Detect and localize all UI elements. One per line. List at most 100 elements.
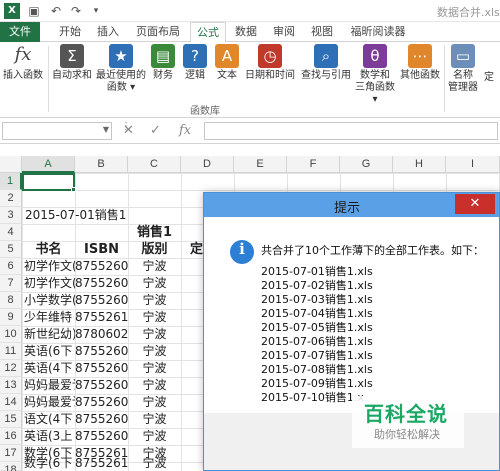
math-trig-button[interactable]: θ 数学和 三角函数 ▾ [352, 44, 398, 106]
cell-b18[interactable]: 875526199 [75, 456, 128, 471]
row-header[interactable]: 12 [0, 360, 22, 377]
cell-a5[interactable]: 书名 [22, 241, 75, 258]
name-box[interactable]: ▼ [2, 122, 112, 140]
cell-b8[interactable]: 875526093 [75, 292, 128, 309]
cell-a14[interactable]: 妈妈最爱讠 [24, 394, 75, 411]
cell-d5[interactable]: 定 [190, 241, 204, 258]
formula-input[interactable] [204, 122, 498, 140]
tab-review[interactable]: 审阅 [266, 22, 302, 42]
cell-a15[interactable]: 语文(4下 [24, 411, 75, 428]
cell-b11[interactable]: 875526054 [75, 343, 128, 360]
redo-icon[interactable]: ↷ [68, 3, 84, 19]
row-header[interactable]: 17 [0, 445, 22, 462]
cell-a6[interactable]: 初学作文( [24, 258, 75, 275]
cell-c11[interactable]: 宁波 [128, 343, 181, 360]
column-header-e[interactable]: E [234, 156, 287, 173]
row-header[interactable]: 11 [0, 343, 22, 360]
save-icon[interactable]: ▣ [26, 3, 42, 19]
more-functions-button[interactable]: ⋯ 其他函数 [398, 44, 442, 82]
row-header[interactable]: 10 [0, 326, 22, 343]
cell-c14[interactable]: 宁波 [128, 394, 181, 411]
row-header[interactable]: 5 [0, 241, 22, 258]
column-header-c[interactable]: C [128, 156, 181, 173]
cell-b15[interactable]: 875526053 [75, 411, 128, 428]
cell-b16[interactable]: 875526017 [75, 428, 128, 445]
cell-c15[interactable]: 宁波 [128, 411, 181, 428]
row-header[interactable]: 13 [0, 377, 22, 394]
name-manager-button[interactable]: ▭ 名称 管理器 [446, 44, 480, 94]
cell-a16[interactable]: 英语(3上 [24, 428, 75, 445]
cell-c4[interactable]: 销售1 [128, 224, 181, 241]
column-header-b[interactable]: B [75, 156, 128, 173]
cell-a8[interactable]: 小学数学( [24, 292, 75, 309]
customize-quick-access-icon[interactable]: ▾ [88, 3, 104, 19]
row-header[interactable]: 2 [0, 190, 22, 207]
column-header-f[interactable]: F [287, 156, 340, 173]
excel-app-icon[interactable]: X [4, 3, 20, 19]
tab-foxit-reader[interactable]: 福昕阅读器 [342, 22, 414, 42]
cell-b7[interactable]: 875526030 [75, 275, 128, 292]
cell-a11[interactable]: 英语(6下 [24, 343, 75, 360]
cell-c13[interactable]: 宁波 [128, 377, 181, 394]
close-icon[interactable]: ✕ [455, 194, 495, 214]
cell-b9[interactable]: 875526156 [75, 309, 128, 326]
column-header-h[interactable]: H [393, 156, 446, 173]
cell-c16[interactable]: 宁波 [128, 428, 181, 445]
row-header[interactable]: 14 [0, 394, 22, 411]
row-header[interactable]: 15 [0, 411, 22, 428]
cell-b14[interactable]: 875526012 [75, 394, 128, 411]
enter-icon[interactable]: ✓ [150, 123, 161, 138]
cell-c12[interactable]: 宁波 [128, 360, 181, 377]
cell-a12[interactable]: 英语(4下 [24, 360, 75, 377]
logical-button[interactable]: ? 逻辑 [180, 44, 210, 82]
autosum-button[interactable]: Σ 自动求和 [50, 44, 94, 82]
text-button[interactable]: A 文本 [212, 44, 242, 82]
tab-file[interactable]: 文件 [0, 22, 40, 42]
cell-c7[interactable]: 宁波 [128, 275, 181, 292]
cell-a9[interactable]: 少年维特 [24, 309, 75, 326]
select-all-corner[interactable] [0, 156, 22, 173]
cell-c9[interactable]: 宁波 [128, 309, 181, 326]
cell-c8[interactable]: 宁波 [128, 292, 181, 309]
active-cell-a1[interactable] [22, 173, 75, 191]
cell-b10[interactable]: 878060290 [75, 326, 128, 343]
cell-b6[interactable]: 875526030 [75, 258, 128, 275]
cancel-icon[interactable]: ✕ [123, 123, 134, 138]
row-header[interactable]: 7 [0, 275, 22, 292]
define-name-button[interactable]: 定 [484, 72, 500, 84]
tab-home[interactable]: 开始 [52, 22, 88, 42]
tab-data[interactable]: 数据 [228, 22, 264, 42]
cell-b12[interactable]: 875526054 [75, 360, 128, 377]
column-header-i[interactable]: I [446, 156, 500, 173]
cell-c10[interactable]: 宁波 [128, 326, 181, 343]
insert-function-button[interactable]: fx 插入函数 [2, 44, 44, 82]
cell-a10[interactable]: 新世纪幼) [24, 326, 75, 343]
tab-insert[interactable]: 插入 [90, 22, 126, 42]
cell-c18[interactable]: 宁波 [128, 456, 181, 471]
row-header[interactable]: 9 [0, 309, 22, 326]
fx-icon[interactable]: fx [179, 123, 191, 138]
row-header[interactable]: 18 [0, 462, 22, 471]
cell-a18[interactable]: 数学(6下 [24, 456, 75, 471]
tab-view[interactable]: 视图 [304, 22, 340, 42]
fill-handle[interactable] [71, 187, 76, 192]
undo-icon[interactable]: ↶ [48, 3, 64, 19]
lookup-reference-button[interactable]: ⌕ 查找与引用 [298, 44, 354, 82]
cell-a13[interactable]: 妈妈最爱讠 [24, 377, 75, 394]
row-header[interactable]: 6 [0, 258, 22, 275]
column-header-g[interactable]: G [340, 156, 393, 173]
cell-a3[interactable]: 2015-07-01销售1 [25, 207, 175, 224]
cell-c5[interactable]: 版别 [128, 241, 181, 258]
row-header[interactable]: 1 [0, 173, 22, 190]
date-time-button[interactable]: ◷ 日期和时间 [242, 44, 298, 82]
recently-used-button[interactable]: ★ 最近使用的 函数 ▾ [94, 44, 148, 94]
row-header[interactable]: 4 [0, 224, 22, 241]
chevron-down-icon[interactable]: ▼ [103, 125, 109, 134]
column-header-d[interactable]: D [181, 156, 234, 173]
row-header[interactable]: 3 [0, 207, 22, 224]
cell-b13[interactable]: 875526011 [75, 377, 128, 394]
column-header-a[interactable]: A [22, 156, 75, 173]
tab-formulas[interactable]: 公式 [190, 22, 226, 43]
cell-a7[interactable]: 初学作文( [24, 275, 75, 292]
cell-c6[interactable]: 宁波 [128, 258, 181, 275]
